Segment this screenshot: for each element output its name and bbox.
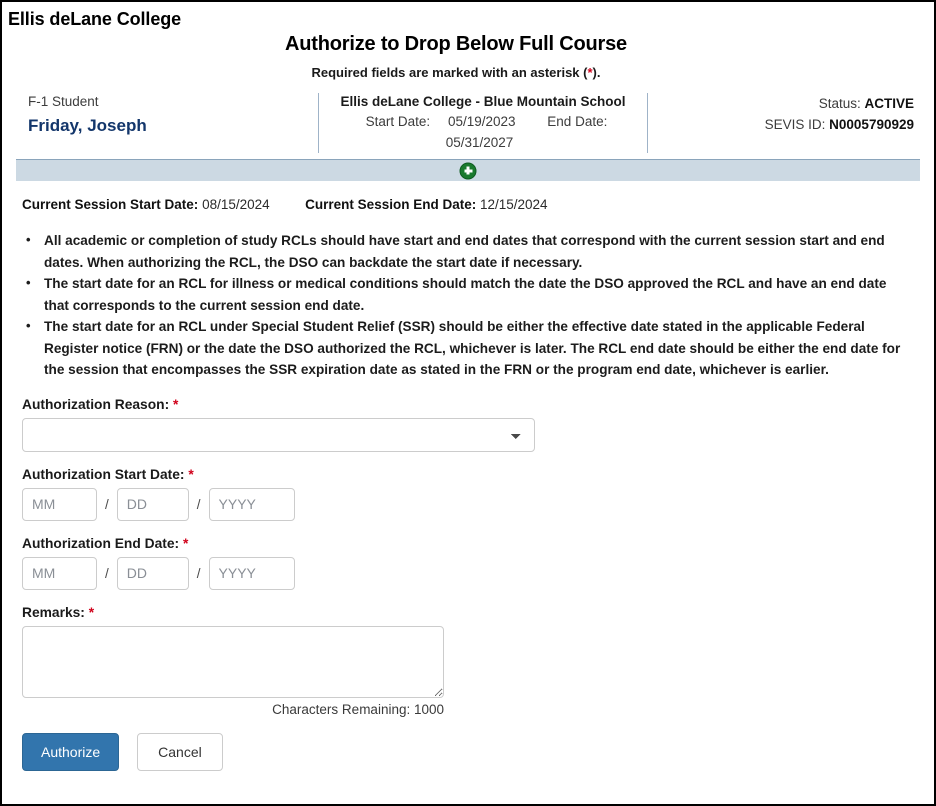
authorization-start-date-label: Authorization Start Date: * xyxy=(22,467,914,482)
characters-remaining-counter: Characters Remaining: 1000 xyxy=(272,701,444,717)
student-school-name: Ellis deLane College - Blue Mountain Sch… xyxy=(340,94,626,109)
authorization-start-date-label-text: Authorization Start Date: xyxy=(22,466,185,482)
required-asterisk: * xyxy=(173,396,179,412)
date-separator: / xyxy=(105,496,109,512)
guidance-bullet-list: All academic or completion of study RCLs… xyxy=(22,229,914,381)
page-container: Ellis deLane College Authorize to Drop B… xyxy=(0,0,936,806)
sevis-row: SEVIS ID: N0005790929 xyxy=(662,114,914,135)
authorization-end-date-label: Authorization End Date: * xyxy=(22,536,914,551)
cancel-button[interactable]: Cancel xyxy=(137,732,223,771)
page-title: Authorize to Drop Below Full Course xyxy=(285,33,627,55)
remarks-label-text: Remarks: xyxy=(22,604,85,620)
date-separator: / xyxy=(196,496,201,512)
organization-title: Ellis deLane College xyxy=(8,9,182,29)
current-session-start-value: 08/15/2024 xyxy=(202,197,270,212)
start-date-month-input[interactable] xyxy=(22,487,97,521)
student-name: Friday, Joseph xyxy=(28,116,147,135)
current-session-start-label: Current Session Start Date: xyxy=(22,197,199,212)
date-separator: / xyxy=(196,565,201,581)
authorization-end-date-label-text: Authorization End Date: xyxy=(22,535,180,551)
student-header-bar: F-1 Student Friday, Joseph Ellis deLane … xyxy=(2,93,934,153)
authorization-start-date-field: Authorization Start Date: * / / xyxy=(22,467,914,521)
remarks-field: Remarks: * Characters Remaining: 1000 xyxy=(22,605,914,717)
current-session-end-value: 12/15/2024 xyxy=(479,197,548,212)
current-session-end-label: Current Session End Date: xyxy=(305,197,477,212)
program-start-label: Start Date: xyxy=(365,114,431,129)
start-date-year-input[interactable] xyxy=(208,487,295,521)
start-date-day-input[interactable] xyxy=(116,487,189,521)
program-start-value: 05/19/2023 xyxy=(447,114,516,129)
authorization-reason-select[interactable] xyxy=(22,417,535,452)
guidance-bullet: The start date for an RCL under Special … xyxy=(22,315,914,381)
remarks-textarea[interactable] xyxy=(22,625,444,698)
program-end-value: 05/31/2027 xyxy=(445,135,514,150)
student-status-column: Status: ACTIVE SEVIS ID: N0005790929 xyxy=(648,93,928,153)
sevis-label: SEVIS ID: xyxy=(764,117,826,132)
required-asterisk: * xyxy=(182,535,189,551)
authorization-end-date-field: Authorization End Date: * / / xyxy=(22,536,914,590)
authorization-reason-label: Authorization Reason: * xyxy=(22,397,914,412)
authorization-reason-field: Authorization Reason: * xyxy=(22,397,914,452)
end-date-inputs: / / xyxy=(22,556,914,590)
end-date-year-input[interactable] xyxy=(208,556,295,590)
required-fields-note: Required fields are marked with an aster… xyxy=(2,65,910,80)
student-program-dates: Start Date: 05/19/2023 End Date: 05/31/2… xyxy=(333,111,633,153)
guidance-bullet: All academic or completion of study RCLs… xyxy=(22,229,914,273)
end-date-day-input[interactable] xyxy=(116,556,189,590)
date-separator: / xyxy=(105,565,109,581)
required-note-prefix: Required fields are marked with an aster… xyxy=(311,65,588,80)
program-start-group: Start Date: 05/19/2023 xyxy=(359,114,523,129)
plus-circle-icon[interactable] xyxy=(459,162,477,179)
student-visa-type: F-1 Student xyxy=(28,94,99,109)
status-badge: ACTIVE xyxy=(864,96,914,111)
title-block: Authorize to Drop Below Full Course Requ… xyxy=(2,33,934,80)
program-end-label: End Date: xyxy=(547,114,608,129)
status-row: Status: ACTIVE xyxy=(662,93,914,114)
authorization-form: Authorization Reason: * Authorization St… xyxy=(22,397,914,771)
authorize-button[interactable]: Authorize xyxy=(22,732,120,771)
authorization-reason-label-text: Authorization Reason: xyxy=(22,396,170,412)
sevis-id-value: N0005790929 xyxy=(829,117,914,132)
required-note-suffix: ). xyxy=(592,65,601,80)
student-school-column: Ellis deLane College - Blue Mountain Sch… xyxy=(318,93,648,153)
required-asterisk: * xyxy=(88,604,95,620)
end-date-month-input[interactable] xyxy=(22,556,97,590)
current-session-row: Current Session Start Date: 08/15/2024 C… xyxy=(22,197,934,212)
student-identity-column: F-1 Student Friday, Joseph xyxy=(8,93,318,153)
required-asterisk: * xyxy=(188,466,194,482)
expand-details-bar[interactable] xyxy=(16,159,920,181)
status-label: Status: xyxy=(818,96,861,111)
start-date-inputs: / / xyxy=(22,487,914,521)
form-action-buttons: Authorize Cancel xyxy=(22,732,914,771)
remarks-label: Remarks: * xyxy=(22,605,914,620)
guidance-bullet: The start date for an RCL for illness or… xyxy=(22,272,914,316)
